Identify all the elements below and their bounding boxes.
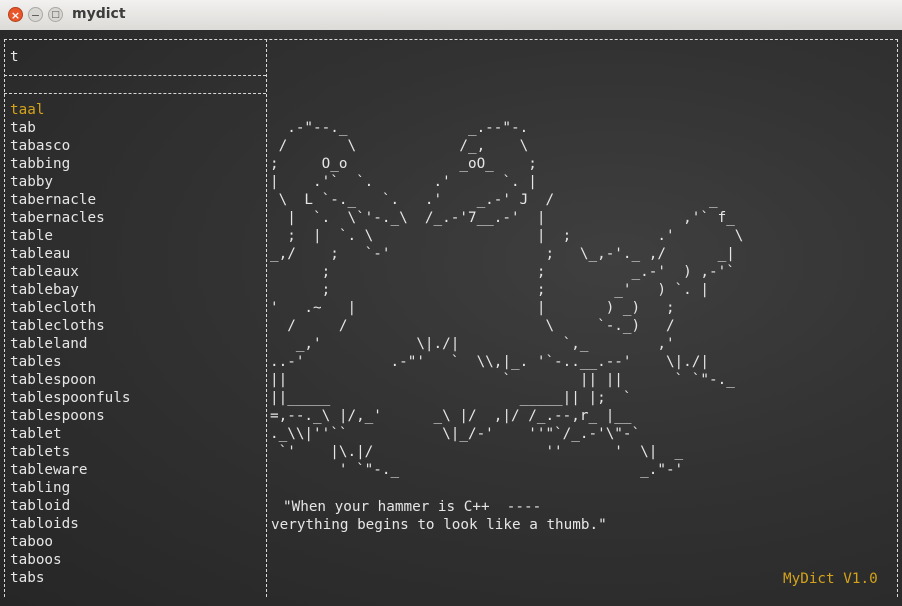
quote-line-2: verything begins to look like a thumb.": [271, 517, 607, 533]
maximize-icon[interactable]: □: [48, 7, 63, 22]
word-list-selected-item[interactable]: taal: [10, 102, 44, 118]
search-input-value: t: [10, 49, 19, 65]
close-icon[interactable]: ×: [8, 7, 23, 22]
list-top-border: [4, 93, 266, 94]
window-title: mydict: [72, 6, 126, 22]
ascii-art: .-"--._ _.--"-. / \ /_, \ ; O_o _oO_ ; |…: [270, 120, 744, 478]
top-border: [4, 39, 898, 40]
title-bar: × − □ mydict: [0, 0, 902, 31]
version-label: MyDict V1.0: [783, 571, 878, 587]
word-list-items[interactable]: tab tabasco tabbing tabby tabernacle tab…: [10, 120, 131, 586]
minimize-icon[interactable]: −: [28, 7, 43, 22]
left-border: [4, 39, 5, 597]
search-input[interactable]: t: [10, 48, 19, 66]
pane-divider: [266, 39, 267, 597]
quote-line-1: "When your hammer is C++ ----: [283, 499, 542, 515]
right-border: [897, 39, 898, 597]
app-window: × − □ mydict t taal tab tabasco tabbing …: [0, 0, 902, 606]
search-divider: [4, 75, 266, 76]
terminal-area: t taal tab tabasco tabbing tabby taberna…: [0, 30, 902, 606]
word-list[interactable]: taal tab tabasco tabbing tabby tabernacl…: [10, 101, 131, 587]
